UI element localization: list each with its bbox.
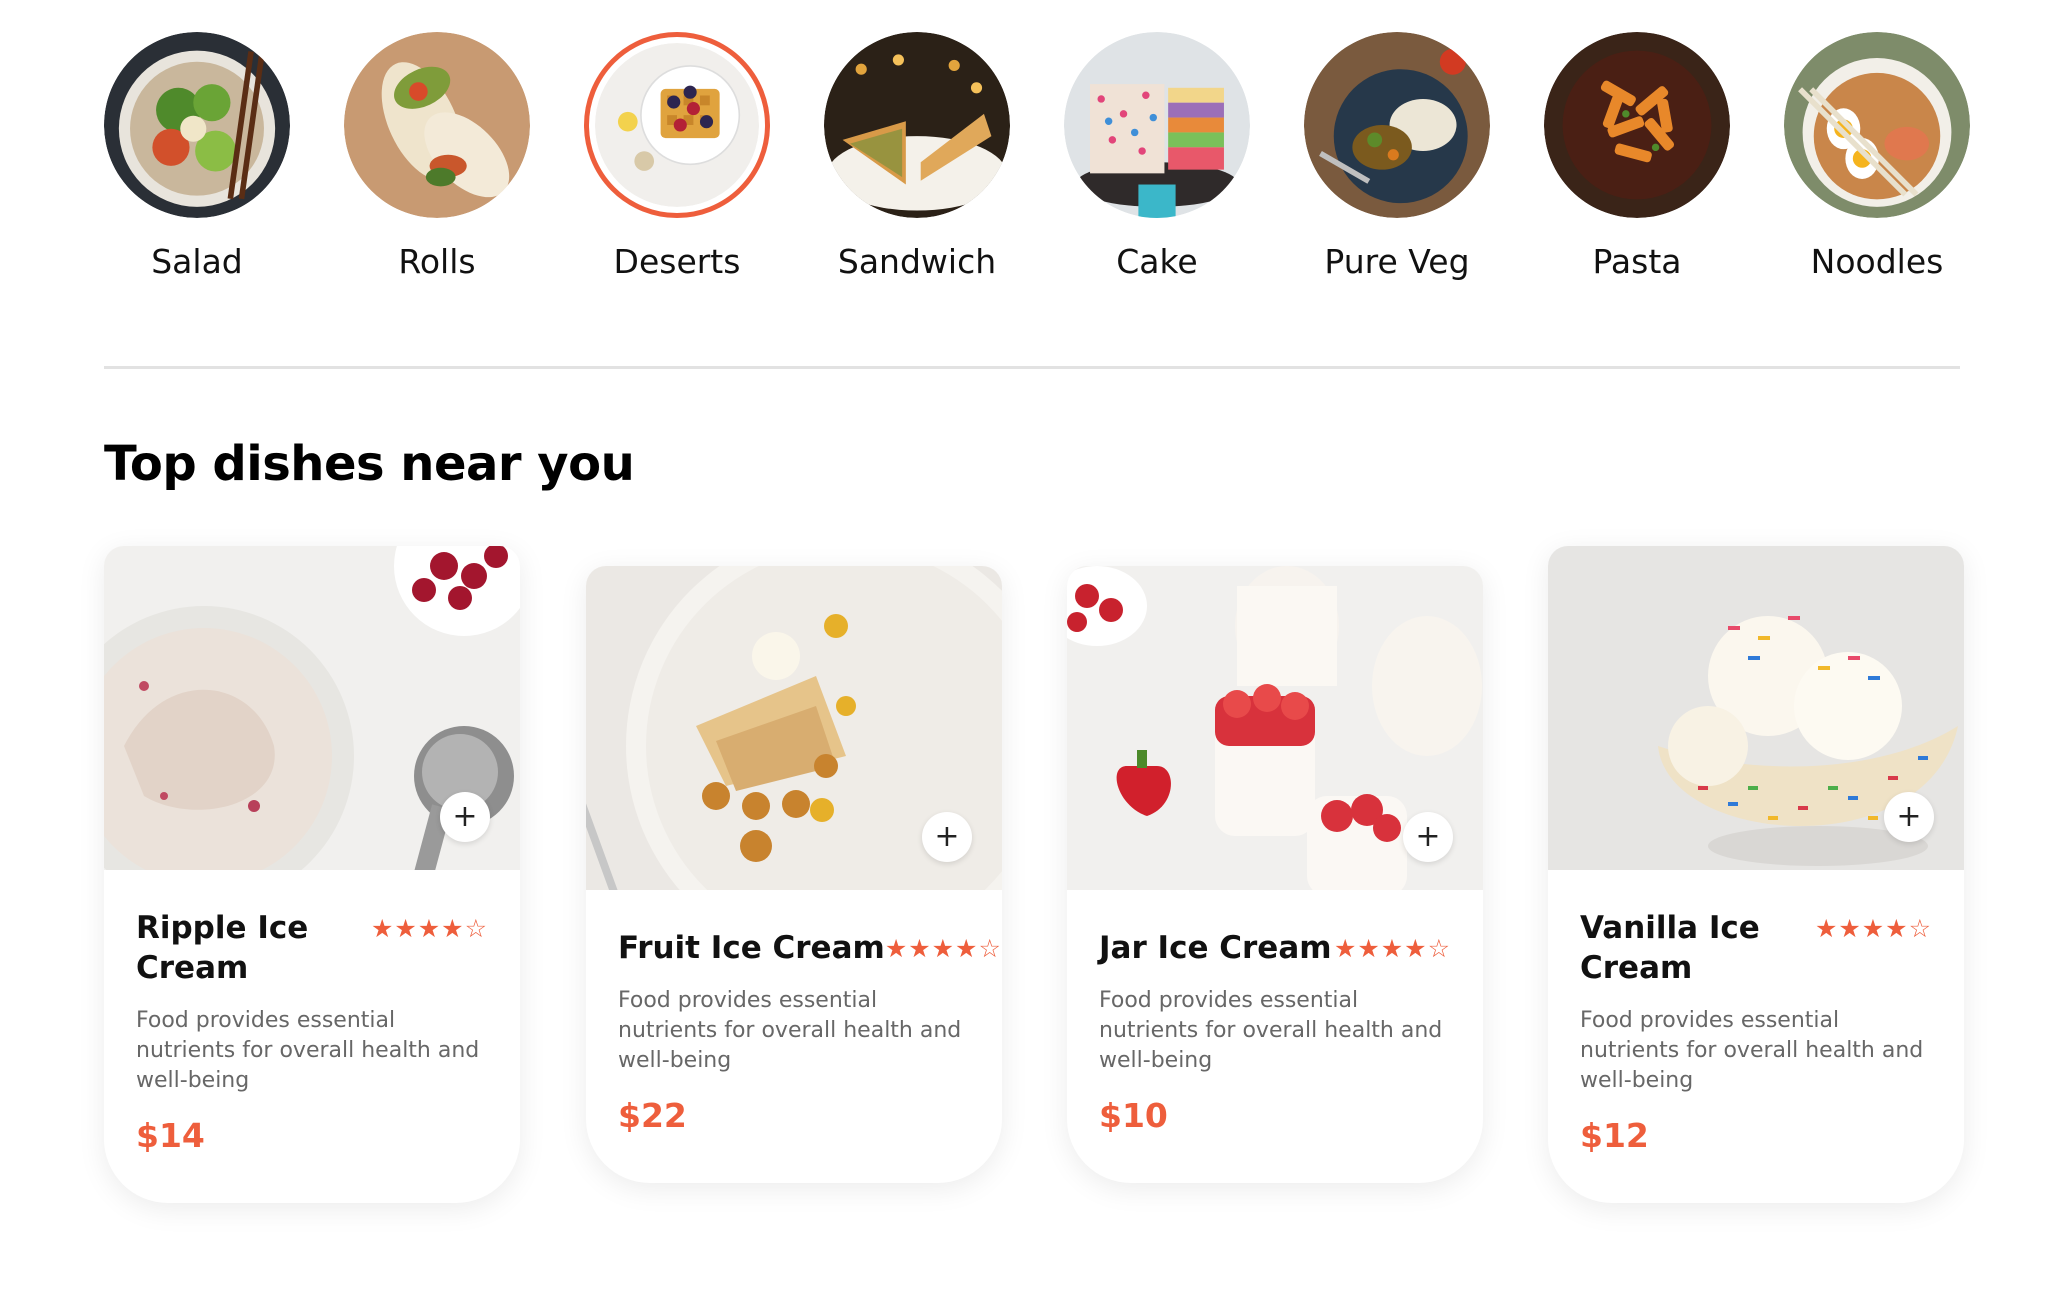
dish-image: +	[104, 546, 520, 870]
dish-image: +	[586, 566, 1002, 890]
dish-price: $22	[618, 1096, 687, 1135]
dish-price: $12	[1580, 1116, 1649, 1155]
dish-image: +	[1548, 546, 1964, 870]
dish-image: +	[1067, 566, 1483, 890]
category-noodles[interactable]: Noodles	[1784, 32, 1970, 281]
section-title: Top dishes near you	[104, 436, 635, 492]
dish-card[interactable]: + Fruit Ice Cream ★★★★☆ Food provides es…	[586, 566, 1002, 1183]
dish-description: Food provides essential nutrients for ov…	[136, 1008, 480, 1093]
rolls-image	[344, 32, 530, 218]
dish-card[interactable]: + Jar Ice Cream ★★★★☆ Food provides esse…	[1067, 566, 1483, 1183]
category-label: Pure Veg	[1324, 242, 1470, 281]
deserts-image	[584, 32, 770, 218]
sandwich-image	[824, 32, 1010, 218]
rating-stars: ★★★★☆	[1333, 934, 1451, 963]
noodles-image	[1784, 32, 1970, 218]
salad-image	[104, 32, 290, 218]
add-to-cart-button[interactable]: +	[1403, 812, 1453, 862]
category-label: Pasta	[1592, 242, 1682, 281]
category-rolls[interactable]: Rolls	[344, 32, 530, 281]
category-label: Sandwich	[837, 242, 997, 281]
dish-price: $14	[136, 1116, 205, 1155]
section-divider	[104, 366, 1960, 369]
rating-stars: ★★★★☆	[884, 934, 1002, 963]
rating-stars: ★★★★☆	[370, 914, 488, 943]
dish-name: Ripple Ice Cream	[136, 910, 309, 986]
category-salad[interactable]: Salad	[104, 32, 290, 281]
add-to-cart-button[interactable]: +	[922, 812, 972, 862]
add-to-cart-button[interactable]: +	[440, 792, 490, 842]
category-label: Deserts	[613, 242, 741, 281]
dish-name: Jar Ice Cream	[1099, 930, 1332, 966]
category-deserts[interactable]: Deserts	[584, 32, 770, 281]
dish-name: Fruit Ice Cream	[618, 930, 885, 966]
category-menu: Salad Rolls Deserts Sandwich Cake Pure V…	[104, 32, 1970, 292]
dish-description: Food provides essential nutrients for ov…	[1099, 988, 1443, 1073]
pasta-image	[1544, 32, 1730, 218]
dish-name: Vanilla Ice Cream	[1580, 910, 1760, 986]
rating-stars: ★★★★☆	[1814, 914, 1932, 943]
dish-price: $10	[1099, 1096, 1168, 1135]
category-cake[interactable]: Cake	[1064, 32, 1250, 281]
dish-card[interactable]: + Vanilla Ice Cream ★★★★☆ Food provides …	[1548, 546, 1964, 1203]
pure-veg-image	[1304, 32, 1490, 218]
dish-card[interactable]: + Ripple Ice Cream ★★★★☆ Food provides e…	[104, 546, 520, 1203]
category-sandwich[interactable]: Sandwich	[824, 32, 1010, 281]
add-to-cart-button[interactable]: +	[1884, 792, 1934, 842]
dish-description: Food provides essential nutrients for ov…	[618, 988, 962, 1073]
category-pasta[interactable]: Pasta	[1544, 32, 1730, 281]
category-label: Cake	[1116, 242, 1198, 281]
category-label: Salad	[151, 242, 243, 281]
category-pure-veg[interactable]: Pure Veg	[1304, 32, 1490, 281]
cake-image	[1064, 32, 1250, 218]
category-label: Rolls	[398, 242, 476, 281]
dish-description: Food provides essential nutrients for ov…	[1580, 1008, 1924, 1093]
category-label: Noodles	[1810, 242, 1944, 281]
